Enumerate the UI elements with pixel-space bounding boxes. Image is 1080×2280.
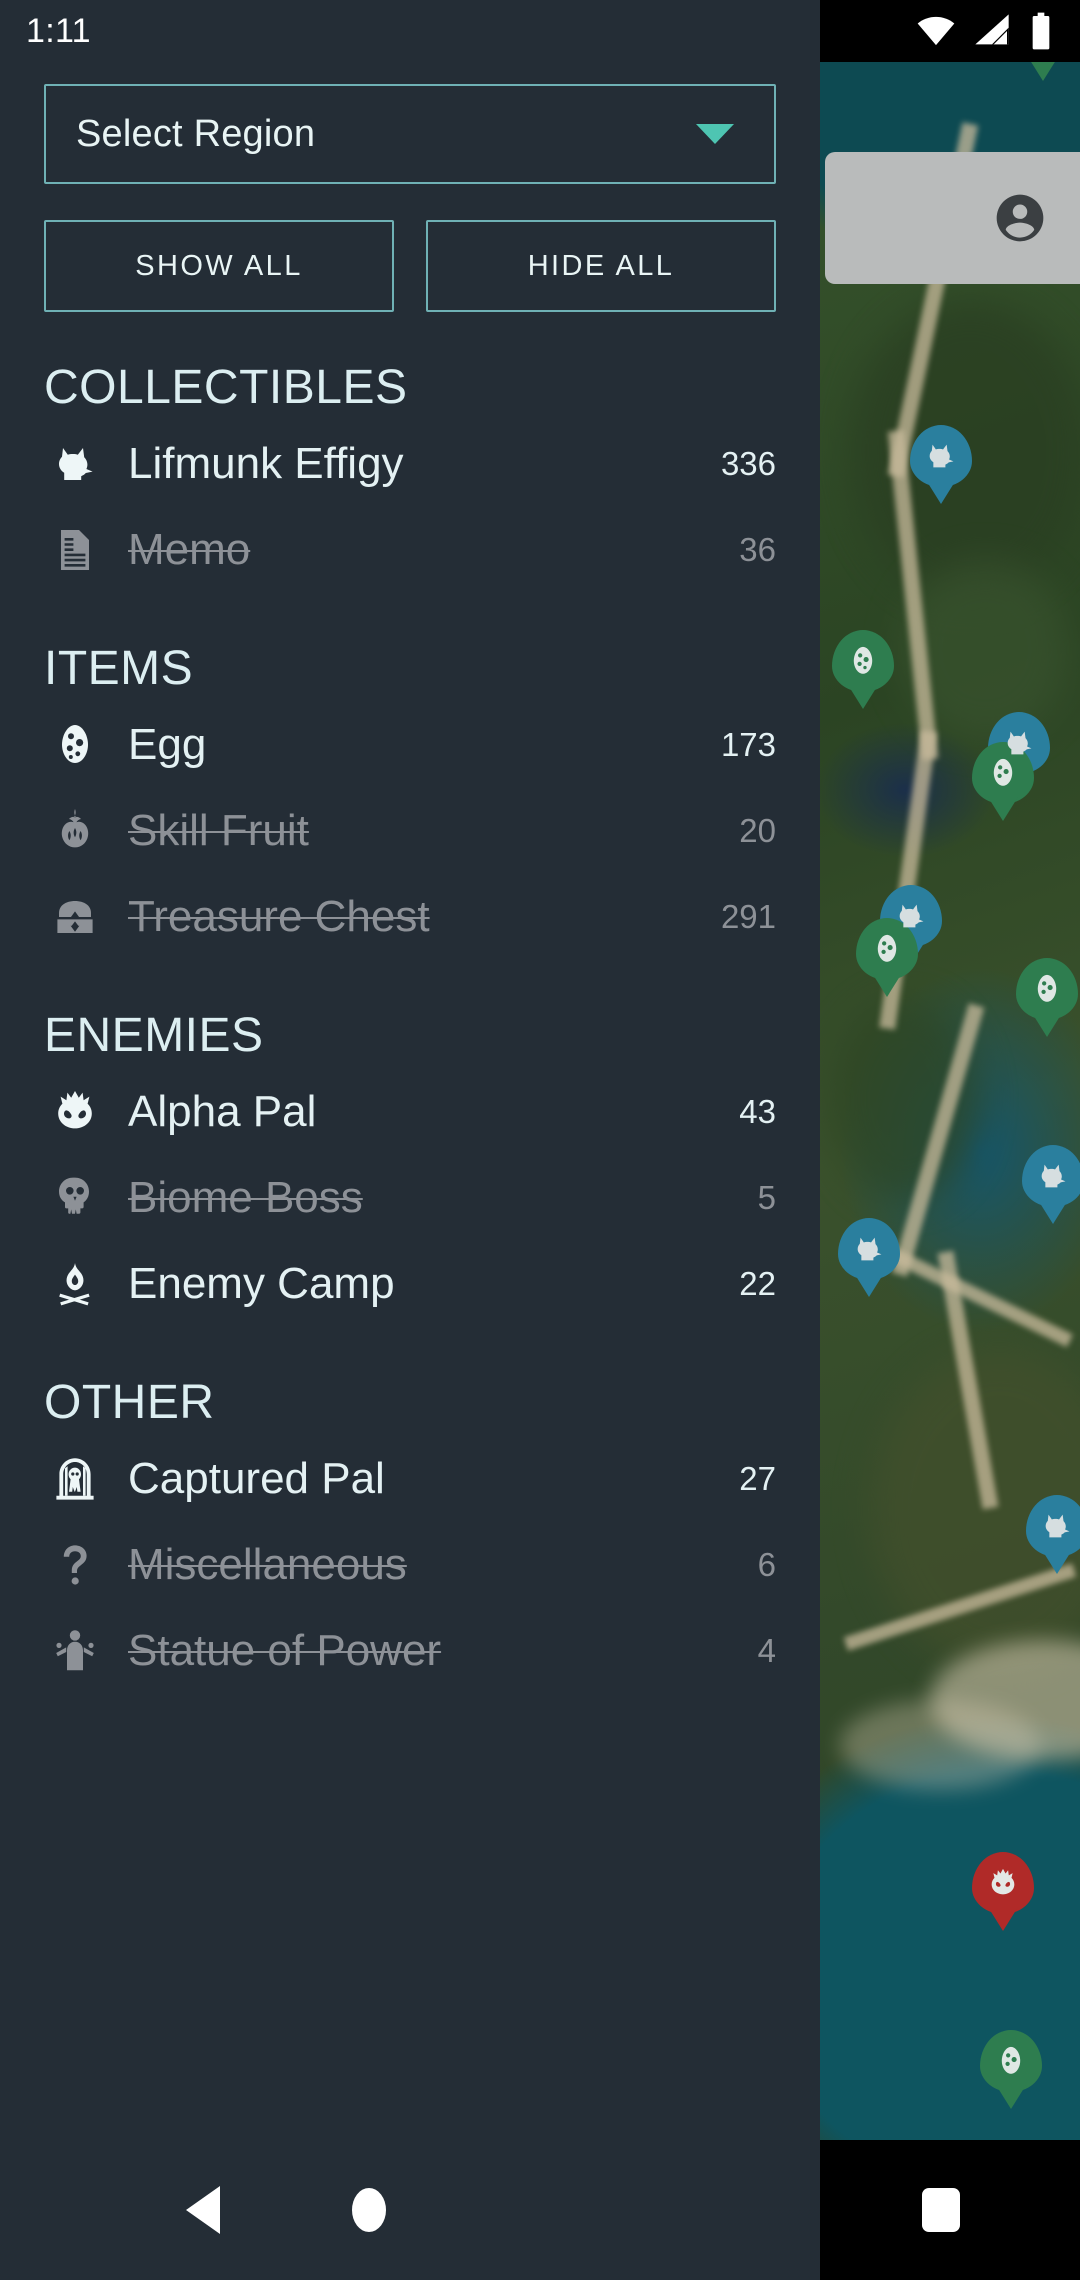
filter-count: 5 <box>757 1179 776 1216</box>
filter-label: Skill Fruit <box>128 806 309 855</box>
egg-icon <box>993 758 1013 786</box>
map-pin-alpha-pal[interactable] <box>972 1852 1034 1914</box>
lifmunk-effigy-icon <box>1045 1514 1070 1538</box>
map-pin-egg[interactable] <box>1016 958 1078 1020</box>
egg-icon <box>1033 18 1053 46</box>
account-circle-icon <box>996 194 1044 242</box>
filter-label: Miscellaneous <box>128 1540 407 1589</box>
filter-label: Egg <box>128 720 207 769</box>
region-select-dropdown[interactable]: Select Region <box>44 84 776 184</box>
filter-label: Memo <box>128 525 251 574</box>
back-icon[interactable] <box>186 2186 220 2234</box>
filter-label: Statue of Power <box>128 1626 442 1675</box>
filter-count: 43 <box>739 1093 776 1130</box>
system-navigation-bar <box>0 2140 1080 2280</box>
filter-count: 20 <box>739 812 776 849</box>
filter-count: 27 <box>739 1460 776 1497</box>
recents-icon[interactable] <box>922 2188 960 2232</box>
section-title-enemies: ENEMIES <box>44 1009 264 1062</box>
visibility-button-row: SHOW ALL HIDE ALL <box>44 220 776 312</box>
hide-all-button[interactable]: HIDE ALL <box>426 220 776 312</box>
egg-icon <box>853 646 873 674</box>
filter-row-miscellaneous[interactable]: Miscellaneous 6 <box>44 1522 776 1608</box>
status-clock: 1:11 <box>26 12 91 50</box>
filter-row-biome-boss[interactable]: Biome Boss 5 <box>44 1155 776 1241</box>
cage-icon <box>44 1455 106 1503</box>
filter-label: Treasure Chest <box>128 892 430 941</box>
filter-drawer: 1:11 Select Region SHOW ALL HIDE ALL COL… <box>0 0 820 2280</box>
filter-row-statue-of-power[interactable]: Statue of Power 4 <box>44 1608 776 1694</box>
filter-label: Alpha Pal <box>128 1087 317 1136</box>
show-all-button[interactable]: SHOW ALL <box>44 220 394 312</box>
treasure-chest-icon <box>44 893 106 941</box>
filter-count: 291 <box>720 898 776 935</box>
lifmunk-effigy-icon <box>857 1237 882 1261</box>
lifmunk-effigy-icon <box>44 440 106 488</box>
filter-label: Captured Pal <box>128 1454 385 1503</box>
filter-count: 173 <box>720 726 776 763</box>
map-pin-egg[interactable] <box>832 630 894 692</box>
alpha-pal-icon <box>44 1088 106 1136</box>
egg-icon <box>877 934 897 962</box>
filter-label: Enemy Camp <box>128 1259 395 1308</box>
memo-icon <box>44 526 106 574</box>
region-select-value: Select Region <box>76 112 316 155</box>
filter-row-egg[interactable]: Egg 173 <box>44 702 776 788</box>
map-pin-egg[interactable] <box>980 2030 1042 2092</box>
map-pin-egg[interactable] <box>1012 2 1074 64</box>
lifmunk-effigy-icon <box>1041 1164 1066 1188</box>
section-title-collectibles: COLLECTIBLES <box>44 361 408 414</box>
filter-count: 6 <box>757 1546 776 1583</box>
chevron-down-icon <box>696 124 734 144</box>
map-pin-lifmunk-effigy[interactable] <box>910 425 972 487</box>
filter-count: 36 <box>739 531 776 568</box>
drawer-scroll-area[interactable]: Select Region SHOW ALL HIDE ALL COLLECTI… <box>0 62 820 2280</box>
lifmunk-effigy-icon <box>929 444 954 468</box>
section-title-items: ITEMS <box>44 642 194 695</box>
skill-fruit-icon <box>44 807 106 855</box>
filter-row-skill-fruit[interactable]: Skill Fruit 20 <box>44 788 776 874</box>
map-pin-lifmunk-effigy[interactable] <box>1022 1145 1080 1207</box>
statue-icon <box>44 1627 106 1675</box>
home-icon[interactable] <box>352 2188 386 2232</box>
alpha-pal-icon <box>991 1868 1015 1895</box>
lifmunk-effigy-icon <box>899 904 924 928</box>
filter-count: 336 <box>720 445 776 482</box>
lifmunk-effigy-icon <box>1007 731 1032 755</box>
filter-row-lifmunk-effigy[interactable]: Lifmunk Effigy 336 <box>44 421 776 507</box>
egg-icon <box>1001 2046 1021 2074</box>
filter-row-treasure-chest[interactable]: Treasure Chest 291 <box>44 874 776 960</box>
egg-icon <box>1037 974 1057 1002</box>
filter-row-memo[interactable]: Memo 36 <box>44 507 776 593</box>
map-pin-lifmunk-effigy[interactable] <box>838 1218 900 1280</box>
biome-boss-icon <box>44 1174 106 1222</box>
filter-row-alpha-pal[interactable]: Alpha Pal 43 <box>44 1069 776 1155</box>
campfire-icon <box>44 1260 106 1308</box>
filter-count: 4 <box>757 1632 776 1669</box>
egg-icon <box>44 721 106 769</box>
question-mark-icon <box>44 1541 106 1589</box>
filter-row-captured-pal[interactable]: Captured Pal 27 <box>44 1436 776 1522</box>
account-card[interactable] <box>825 152 1080 284</box>
filter-row-enemy-camp[interactable]: Enemy Camp 22 <box>44 1241 776 1327</box>
filter-count: 22 <box>739 1265 776 1302</box>
filter-label: Lifmunk Effigy <box>128 439 404 488</box>
section-title-other: OTHER <box>44 1376 215 1429</box>
filter-label: Biome Boss <box>128 1173 363 1222</box>
